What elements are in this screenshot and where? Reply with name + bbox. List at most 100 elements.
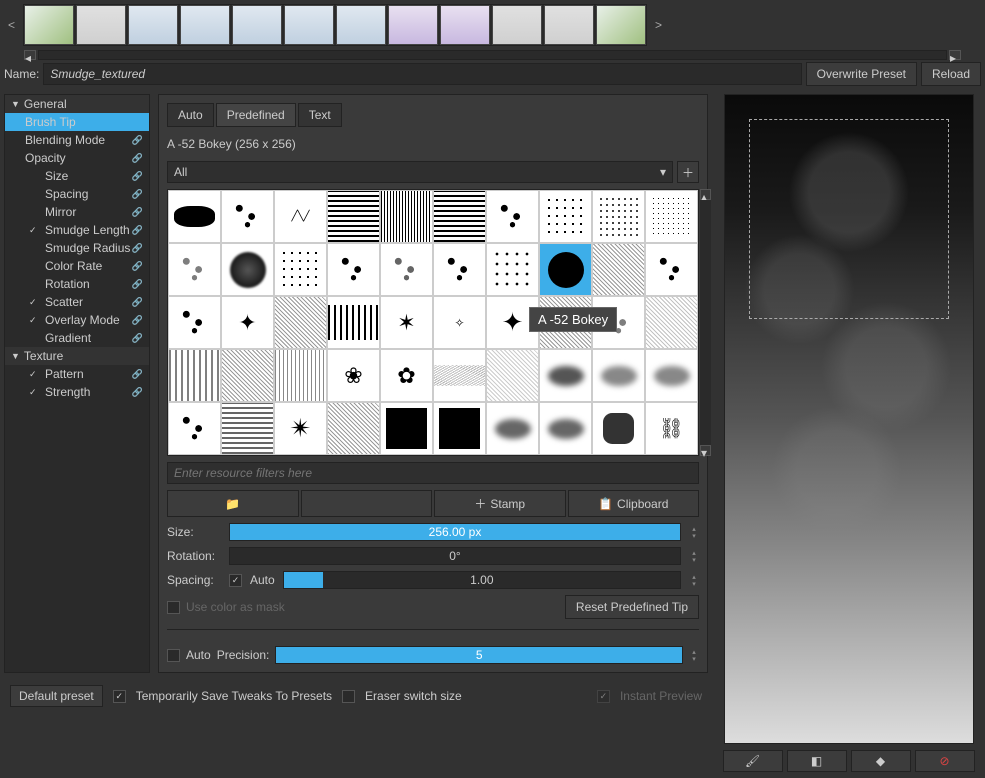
category-general[interactable]: ▼General bbox=[5, 95, 149, 113]
rotation-slider[interactable]: 0° bbox=[229, 547, 681, 565]
brush-tip-cell[interactable] bbox=[168, 243, 221, 296]
grid-scrollbar[interactable]: ▴ ▾ bbox=[700, 189, 711, 456]
brush-tip-cell[interactable] bbox=[486, 402, 539, 455]
sidebar-rotation[interactable]: Rotation🔗 bbox=[5, 275, 149, 293]
tab-predefined[interactable]: Predefined bbox=[216, 103, 296, 127]
preview-gradient-button[interactable]: ◧ bbox=[787, 750, 847, 772]
eraser-switch-checkbox[interactable] bbox=[342, 690, 355, 703]
reset-predefined-tip-button[interactable]: Reset Predefined Tip bbox=[565, 595, 699, 619]
brush-tip-cell[interactable] bbox=[486, 349, 539, 402]
brush-tip-cell[interactable] bbox=[327, 243, 380, 296]
brush-tip-cell[interactable] bbox=[486, 190, 539, 243]
preview-fill-button[interactable]: ◆ bbox=[851, 750, 911, 772]
add-tag-button[interactable]: ＋ bbox=[677, 161, 699, 183]
brush-preset[interactable] bbox=[440, 5, 490, 45]
instant-preview-checkbox[interactable] bbox=[597, 690, 610, 703]
use-color-mask-checkbox[interactable] bbox=[167, 601, 180, 614]
brush-preset[interactable] bbox=[232, 5, 282, 45]
brush-preset[interactable] bbox=[284, 5, 334, 45]
import-button[interactable]: 📁 bbox=[167, 490, 299, 517]
size-spinner[interactable]: ▴▾ bbox=[689, 525, 699, 539]
brush-tip-cell[interactable] bbox=[645, 349, 698, 402]
brush-tip-cell[interactable] bbox=[433, 402, 486, 455]
scroll-right-icon[interactable]: ▸ bbox=[949, 50, 961, 60]
brush-tip-cell[interactable] bbox=[539, 296, 592, 349]
brush-tip-cell[interactable] bbox=[486, 243, 539, 296]
tag-filter-dropdown[interactable]: All▾ bbox=[167, 161, 673, 183]
brush-tip-cell[interactable]: ✴ bbox=[274, 402, 327, 455]
scroll-left-icon[interactable]: ◂ bbox=[24, 50, 36, 60]
brush-tip-cell[interactable] bbox=[645, 243, 698, 296]
brush-preset[interactable] bbox=[128, 5, 178, 45]
brush-tip-cell[interactable]: ❀ bbox=[327, 349, 380, 402]
precision-slider[interactable]: 5 bbox=[275, 646, 683, 664]
overwrite-preset-button[interactable]: Overwrite Preset bbox=[806, 62, 917, 86]
brush-tip-cell[interactable] bbox=[168, 190, 221, 243]
brush-tip-cell[interactable] bbox=[380, 243, 433, 296]
scroll-up-icon[interactable]: ▴ bbox=[700, 189, 711, 200]
sidebar-color-rate[interactable]: Color Rate🔗 bbox=[5, 257, 149, 275]
brush-tip-cell[interactable] bbox=[645, 296, 698, 349]
brush-tip-cell[interactable] bbox=[592, 190, 645, 243]
brush-tip-cell[interactable] bbox=[168, 296, 221, 349]
brush-tip-cell[interactable] bbox=[433, 349, 486, 402]
preview-brush-button[interactable]: 🖌 bbox=[723, 750, 783, 772]
brush-preset[interactable] bbox=[180, 5, 230, 45]
brush-tip-cell[interactable] bbox=[168, 402, 221, 455]
delete-button[interactable] bbox=[301, 490, 433, 517]
preset-scrollbar[interactable]: ◂ ▸ bbox=[24, 50, 961, 60]
brush-tip-cell-selected[interactable] bbox=[539, 243, 592, 296]
brush-preset[interactable] bbox=[492, 5, 542, 45]
brush-preset[interactable] bbox=[388, 5, 438, 45]
category-texture[interactable]: ▼Texture bbox=[5, 347, 149, 365]
brush-tip-cell[interactable] bbox=[433, 190, 486, 243]
brush-tip-cell[interactable] bbox=[274, 296, 327, 349]
precision-auto-checkbox[interactable] bbox=[167, 649, 180, 662]
brush-tip-cell[interactable] bbox=[274, 243, 327, 296]
brush-tip-cell[interactable] bbox=[592, 296, 645, 349]
brush-tip-cell[interactable] bbox=[645, 190, 698, 243]
preset-name-input[interactable] bbox=[43, 63, 801, 85]
brush-tip-cell[interactable]: ✦ bbox=[221, 296, 274, 349]
brush-tip-cell[interactable] bbox=[592, 349, 645, 402]
brush-tip-cell[interactable] bbox=[433, 243, 486, 296]
spacing-spinner[interactable]: ▴▾ bbox=[689, 573, 699, 587]
sidebar-overlay-mode[interactable]: ✓Overlay Mode🔗 bbox=[5, 311, 149, 329]
sidebar-size[interactable]: Size🔗 bbox=[5, 167, 149, 185]
precision-spinner[interactable]: ▴▾ bbox=[689, 648, 699, 662]
brush-preset[interactable] bbox=[24, 5, 74, 45]
scroll-down-icon[interactable]: ▾ bbox=[700, 445, 711, 456]
brush-tip-cell[interactable] bbox=[539, 349, 592, 402]
brush-tip-cell[interactable] bbox=[539, 402, 592, 455]
sidebar-smudge-length[interactable]: ✓Smudge Length🔗 bbox=[5, 221, 149, 239]
brush-tip-cell[interactable] bbox=[380, 402, 433, 455]
brush-preset[interactable] bbox=[596, 5, 646, 45]
sidebar-pattern[interactable]: ✓Pattern🔗 bbox=[5, 365, 149, 383]
tab-text[interactable]: Text bbox=[298, 103, 342, 127]
temp-save-checkbox[interactable] bbox=[113, 690, 126, 703]
sidebar-brush-tip[interactable]: Brush Tip bbox=[5, 113, 149, 131]
rotation-spinner[interactable]: ▴▾ bbox=[689, 549, 699, 563]
brush-tip-cell[interactable] bbox=[221, 243, 274, 296]
brush-tip-cell[interactable] bbox=[274, 349, 327, 402]
sidebar-strength[interactable]: ✓Strength🔗 bbox=[5, 383, 149, 401]
sidebar-opacity[interactable]: Opacity🔗 bbox=[5, 149, 149, 167]
brush-preset[interactable] bbox=[544, 5, 594, 45]
brush-tip-cell[interactable]: ✦ bbox=[486, 296, 539, 349]
brush-tip-cell[interactable] bbox=[327, 296, 380, 349]
sidebar-mirror[interactable]: Mirror🔗 bbox=[5, 203, 149, 221]
brush-tip-cell[interactable] bbox=[592, 402, 645, 455]
tab-auto[interactable]: Auto bbox=[167, 103, 214, 127]
sidebar-smudge-radius[interactable]: Smudge Radius🔗 bbox=[5, 239, 149, 257]
sidebar-spacing[interactable]: Spacing🔗 bbox=[5, 185, 149, 203]
default-preset-button[interactable]: Default preset bbox=[10, 685, 103, 707]
stamp-button[interactable]: ＋Stamp bbox=[434, 490, 566, 517]
brush-preset[interactable] bbox=[336, 5, 386, 45]
spacing-slider[interactable]: 1.00 bbox=[283, 571, 681, 589]
next-preset-arrow[interactable]: > bbox=[651, 18, 666, 32]
prev-preset-arrow[interactable]: < bbox=[4, 18, 19, 32]
preview-clear-button[interactable]: ⊘ bbox=[915, 750, 975, 772]
size-slider[interactable]: 256.00 px bbox=[229, 523, 681, 541]
brush-tip-cell[interactable]: ⛓ bbox=[645, 402, 698, 455]
brush-tip-cell[interactable]: ╱╲╱ bbox=[274, 190, 327, 243]
